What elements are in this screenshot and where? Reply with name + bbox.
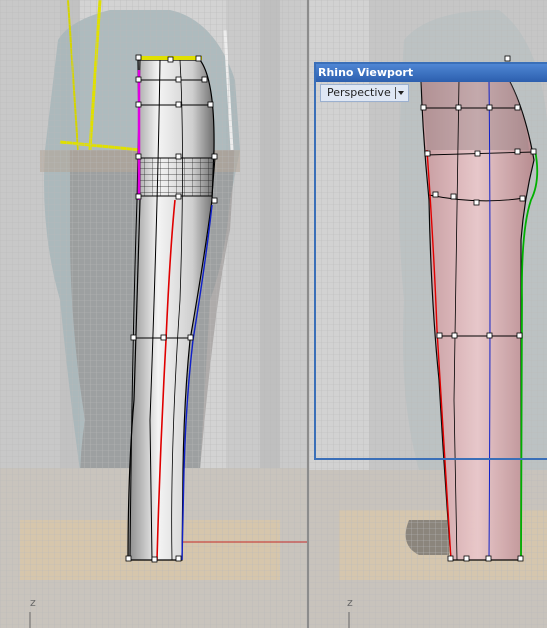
modeling-workspace: z z Rhino Viewport Perspective xyxy=(0,0,547,628)
rhino-viewport-window[interactable]: Rhino Viewport Perspective xyxy=(314,62,547,460)
perspective-view-tab[interactable]: Perspective xyxy=(320,84,409,102)
rhino-viewport-titlebar[interactable]: Rhino Viewport xyxy=(316,64,547,82)
front-viewport-canvas[interactable] xyxy=(0,0,307,628)
axis-label-z: z xyxy=(347,596,353,609)
front-viewport[interactable]: z xyxy=(0,0,307,628)
perspective-view-label: Perspective xyxy=(327,86,391,99)
chevron-down-icon[interactable] xyxy=(394,87,406,99)
axis-label-z: z xyxy=(30,596,36,609)
